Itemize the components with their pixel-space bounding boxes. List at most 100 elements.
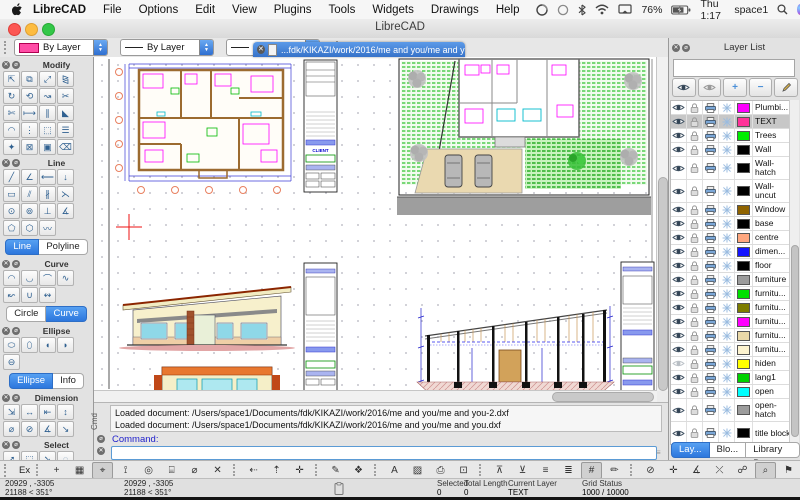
layer-lock-icon[interactable] [687,101,703,114]
hscroll-thumb[interactable] [552,392,654,402]
panel-float-button[interactable]: ⌀ [12,61,20,69]
layer-print-icon[interactable] [703,180,719,202]
tool-line-angle[interactable]: ∠ [21,169,38,185]
layer-construction-icon[interactable] [719,101,735,114]
tab-polyline[interactable]: Polyline [39,239,87,255]
layer-panel-close-button[interactable]: ✕ [672,44,680,52]
tool-dimension-leader[interactable]: ↘ [57,421,74,437]
tool-curve-freehand[interactable]: ↭ [39,287,56,303]
layer-print-icon[interactable] [703,371,719,384]
layer-row-floor[interactable]: floor [671,259,792,273]
layer-visibility-icon[interactable] [671,329,687,342]
tool-modify-rotate[interactable]: ↻ [3,88,20,104]
order-raise-button[interactable]: ≡ [535,462,556,479]
layer-visibility-icon[interactable] [671,217,687,230]
measure-point-button[interactable]: ✛ [663,462,684,479]
layer-row-base[interactable]: base [671,217,792,231]
layer-construction-icon[interactable] [719,273,735,286]
menu-item-view[interactable]: View [232,4,257,16]
layer-visibility-icon[interactable] [671,301,687,314]
layer-panel-float-button[interactable]: ⌀ [682,44,690,52]
dock-tab-layer-list[interactable]: Lay... [671,442,710,458]
layer-construction-icon[interactable] [719,357,735,370]
layer-row-window[interactable]: Window [671,203,792,217]
layer-lock-icon[interactable] [687,245,703,258]
layer-construction-icon[interactable] [719,315,735,328]
command-float-button[interactable]: ⌀ [97,435,105,443]
layer-visibility-icon[interactable] [671,203,687,216]
layer-print-icon[interactable] [703,422,719,444]
layer-lock-icon[interactable] [687,287,703,300]
snap-distance-button[interactable]: ⌀ [184,462,205,479]
tool-modify-explode[interactable]: ⊠ [21,139,38,155]
panel-close-button[interactable]: ✕ [2,159,10,167]
layer-lock-icon[interactable] [687,129,703,142]
tool-line-parallel-distance[interactable]: ∦ [39,186,56,202]
layer-lock-icon[interactable] [687,329,703,342]
apple-menu-icon[interactable] [12,3,23,16]
layer-construction-icon[interactable] [719,231,735,244]
menu-item-widgets[interactable]: Widgets [372,4,414,16]
tool-modify-rotate-two[interactable]: ⟲ [21,88,38,104]
tool-line-parallel[interactable]: ⫽ [21,186,38,202]
tool-dimension-angular[interactable]: ∡ [39,421,56,437]
menu-item-drawings[interactable]: Drawings [431,4,479,16]
layer-print-icon[interactable] [703,115,719,128]
layer-row-furnitu-[interactable]: furnitu... [671,329,792,343]
tool-ellipse-foci[interactable]: ◗ [57,337,74,353]
command-close-button[interactable]: ✕ [97,447,105,455]
layer-print-icon[interactable] [703,259,719,272]
tool-select-deselect-single[interactable]: ➘ [39,451,56,460]
tool-modify-trim[interactable]: ✂ [57,88,74,104]
tool-curve-arc-center[interactable]: ◡ [21,270,38,286]
panel-close-button[interactable]: ✕ [2,394,10,402]
tool-modify-offset[interactable]: ∥ [39,105,56,121]
layer-visibility-icon[interactable] [671,259,687,272]
tool-modify-deselect[interactable]: ⌫ [57,139,74,155]
tool-modify-attributes[interactable]: ✦ [3,139,20,155]
tool-line-bisector[interactable]: ⋋ [57,186,74,202]
layer-construction-icon[interactable] [719,203,735,216]
snap-grid-button[interactable]: ▦ [69,462,90,479]
layer-construction-icon[interactable] [719,157,735,179]
display-mirroring-icon[interactable] [618,4,632,15]
panel-float-button[interactable]: ⌀ [12,260,20,268]
layer-visibility-icon[interactable] [671,143,687,156]
canvas-horizontal-scrollbar[interactable] [94,390,657,402]
layer-construction-icon[interactable] [719,422,735,444]
layer-row-hiden[interactable]: hiden [671,357,792,371]
tool-curve-parabola[interactable]: ∪ [21,287,38,303]
tool-dimension-horizontal[interactable]: ⇤ [39,404,56,420]
panel-close-button[interactable]: ✕ [2,327,10,335]
tool-modify-properties[interactable]: ☰ [57,122,74,138]
tool-dimension-aligned[interactable]: ⇲ [3,404,20,420]
tool-dimension-linear[interactable]: ↔ [21,404,38,420]
vscroll-thumb[interactable] [658,177,668,391]
layer-print-icon[interactable] [703,329,719,342]
layer-visibility-icon[interactable] [671,129,687,142]
tool-modify-fillet[interactable]: ◠ [3,122,20,138]
layer-lock-icon[interactable] [687,273,703,286]
layer-construction-icon[interactable] [719,385,735,398]
restrict-horizontal-button[interactable]: ✛ [289,462,310,479]
edit-layer-button[interactable] [774,78,798,97]
layer-lock-icon[interactable] [687,301,703,314]
image-button[interactable]: ⎙ [430,462,451,479]
layer-visibility-icon[interactable] [671,371,687,384]
layer-visibility-icon[interactable] [671,422,687,444]
hatch-button[interactable]: ▨ [407,462,428,479]
snap-endpoint-button[interactable]: ⌖ [92,462,113,479]
tool-ellipse-center-axes[interactable]: ⬭ [3,337,20,353]
hide-all-layers-button[interactable] [698,78,722,97]
tool-dimension-diametric[interactable]: ⊘ [21,421,38,437]
layer-lock-icon[interactable] [687,157,703,179]
measure-angle-button[interactable]: ∡ [686,462,707,479]
tab-curve[interactable]: Curve [46,306,86,322]
layer-lock-icon[interactable] [687,399,703,421]
tab-ellipse[interactable]: Ellipse [9,373,53,389]
layer-lock-icon[interactable] [687,217,703,230]
layer-lock-icon[interactable] [687,315,703,328]
bluetooth-icon[interactable] [578,4,586,16]
tool-dimension-radial[interactable]: ⌀ [3,421,20,437]
panel-close-button[interactable]: ✕ [2,260,10,268]
